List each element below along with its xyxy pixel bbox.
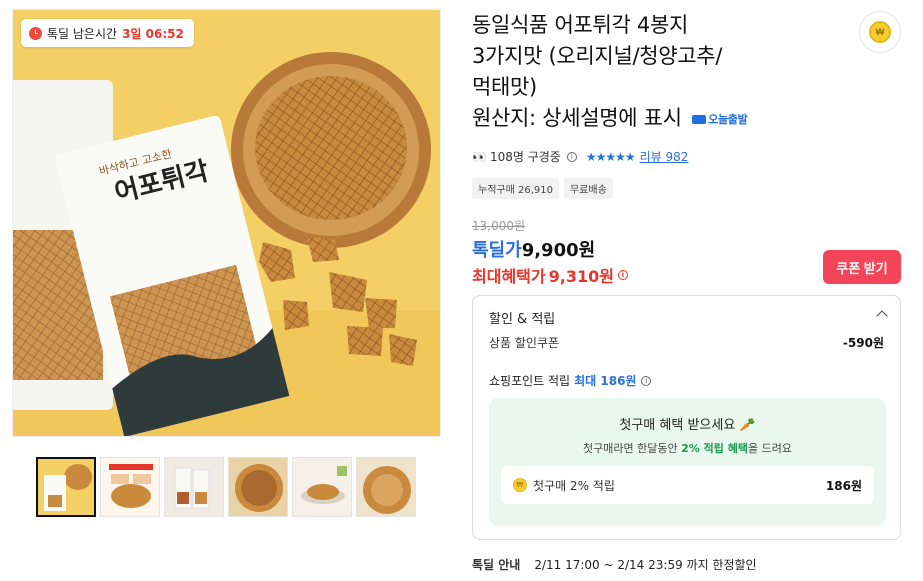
title-line-3: 먹태맛) — [472, 75, 537, 99]
clock-icon — [29, 26, 42, 40]
product-title: 동일식품 어포튀각 4봉지 3가지맛 (오리지널/청양고추/ 먹태맛) 원산지:… — [472, 10, 832, 135]
max-benefit-value: 9,310원 — [548, 267, 614, 286]
deal-notice-label: 톡딜 안내 — [472, 558, 521, 572]
tag-cumulative-purchase: 누적구매 26,910 — [472, 178, 559, 199]
first-purchase-subtitle: 첫구매라면 한달동안 2% 적립 혜택을 드려요 — [489, 440, 886, 456]
truck-icon — [692, 114, 707, 124]
first-purchase-card: ₩ 첫구매 2% 적립 186원 — [501, 466, 874, 504]
info-icon[interactable]: i — [641, 375, 652, 386]
first-purchase-title: 첫구매 혜택 받으세요 🥕 — [489, 414, 886, 433]
shopping-points-max: 최대 186원 — [574, 374, 637, 388]
deal-notice-text: 2/11 17:00 ~ 2/14 23:59 까지 한정할인 — [534, 558, 757, 572]
first-purchase-benefit-box: 첫구매 혜택 받으세요 🥕 첫구매라면 한달동안 2% 적립 혜택을 드려요 ₩… — [489, 398, 886, 526]
thumbnail-strip — [36, 457, 416, 517]
deal-price: 톡딜가 9,900원 — [472, 236, 595, 262]
product-photo: 어포튀각 바삭하고 고소한 — [13, 10, 440, 436]
review-link[interactable]: 리뷰 982 — [640, 148, 689, 165]
shopping-points-label: 쇼핑포인트 적립 — [489, 374, 571, 388]
stats-row: 👀 108명 구경중 i ★★★★★ 리뷰 982 — [472, 148, 688, 165]
discount-panel: 할인 & 적립 상품 할인쿠폰 -590원 쇼핑포인트 적립 최대 186원 i… — [472, 295, 901, 540]
first-purchase-sub-suffix: 을 드려요 — [747, 442, 792, 455]
coin-icon: ₩ — [869, 21, 891, 43]
eyes-icon: 👀 — [472, 149, 487, 164]
today-delivery-label: 오늘출발 — [708, 112, 748, 126]
shopping-points-row: 쇼핑포인트 적립 최대 186원 i — [489, 372, 652, 389]
viewers-count: 108명 구경중 — [489, 150, 561, 164]
first-purchase-card-label: 첫구매 2% 적립 — [533, 478, 615, 493]
info-icon[interactable]: i — [617, 270, 628, 280]
chevron-up-icon[interactable] — [876, 310, 888, 322]
title-line-2: 3가지맛 (오리지널/청양고추/ — [472, 44, 723, 68]
max-benefit-label: 최대혜택가 — [472, 267, 546, 286]
deal-price-value: 9,900원 — [521, 240, 596, 261]
deal-timer-label: 톡딜 남은시간 — [47, 26, 118, 41]
max-benefit-price: 최대혜택가 9,310원 i — [472, 263, 628, 287]
coupon-download-button[interactable]: 쿠폰 받기 — [823, 250, 901, 284]
tag-list: 누적구매 26,910 무료배송 — [472, 178, 613, 199]
coin-icon: ₩ — [513, 478, 527, 492]
first-purchase-title-text: 첫구매 혜택 받으세요 — [619, 418, 736, 433]
coupon-discount-label: 상품 할인쿠폰 — [489, 336, 560, 350]
thumbnail-1[interactable] — [36, 457, 96, 517]
tag-free-shipping: 무료배송 — [563, 178, 613, 199]
today-delivery-badge: 오늘출발 — [692, 104, 748, 135]
thumbnail-5[interactable] — [292, 457, 352, 517]
deal-price-label: 톡딜가 — [472, 240, 522, 261]
original-price: 13,000원 — [472, 219, 526, 233]
deal-timer-badge: 톡딜 남은시간 3일 06:52 — [21, 19, 194, 47]
coupon-discount-row: 상품 할인쿠폰 -590원 — [489, 334, 884, 351]
first-purchase-card-amount: 186원 — [825, 478, 862, 493]
deal-timer-time: 3일 06:52 — [122, 26, 184, 41]
title-line-1: 동일식품 어포튀각 4봉지 — [472, 13, 689, 37]
carrot-icon: 🥕 — [739, 418, 756, 433]
info-icon[interactable]: i — [566, 151, 577, 162]
thumbnail-2[interactable] — [100, 457, 160, 517]
thumbnail-4[interactable] — [228, 457, 288, 517]
first-purchase-sub-prefix: 첫구매라면 한달동안 — [583, 442, 678, 455]
title-line-4-text: 원산지: 상세설명에 표시 — [472, 106, 682, 130]
rating-stars-icon: ★★★★★ — [585, 149, 636, 164]
deal-notice: 톡딜 안내 2/11 17:00 ~ 2/14 23:59 까지 한정할인 — [472, 556, 757, 573]
main-product-image[interactable]: 어포튀각 바삭하고 고소한 톡딜 남은시간 3일 06:52 — [12, 9, 441, 437]
discount-panel-heading: 할인 & 적립 — [489, 312, 556, 327]
thumbnail-3[interactable] — [164, 457, 224, 517]
title-line-4: 원산지: 상세설명에 표시 오늘출발 — [472, 103, 832, 135]
coupon-discount-amount: -590원 — [842, 336, 884, 350]
thumbnail-6[interactable] — [356, 457, 416, 517]
point-coin-button[interactable]: ₩ — [859, 11, 901, 53]
first-purchase-sub-highlight: 2% 적립 혜택 — [681, 442, 748, 455]
